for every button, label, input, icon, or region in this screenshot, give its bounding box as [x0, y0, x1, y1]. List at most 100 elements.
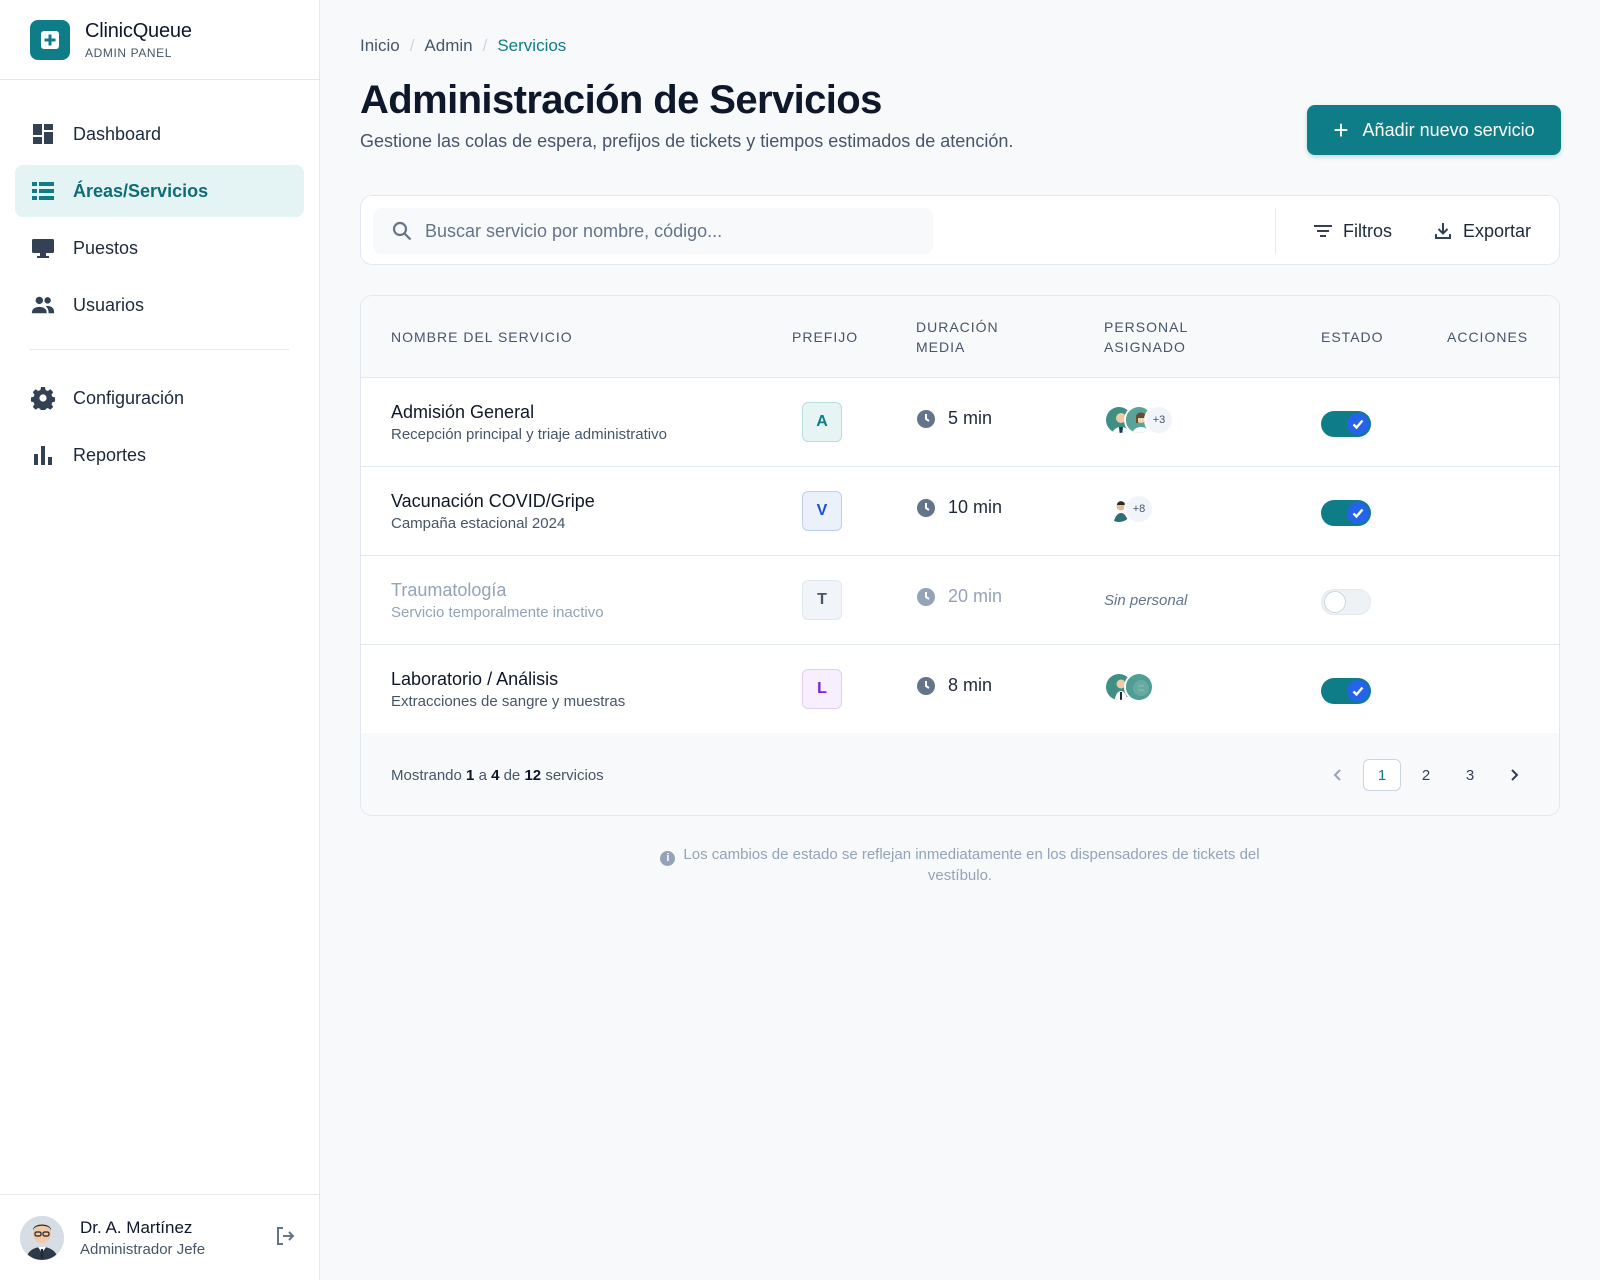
status-toggle[interactable]: [1321, 411, 1371, 437]
status-toggle[interactable]: [1321, 589, 1371, 615]
service-description: Recepción principal y triaje administrat…: [391, 426, 667, 443]
duration-value: 10 min: [948, 497, 1003, 517]
sidebar-item-puestos[interactable]: Puestos: [15, 222, 304, 274]
download-icon: [1433, 221, 1453, 241]
prefix-badge: A: [802, 402, 842, 442]
col-status[interactable]: ESTADO: [1321, 327, 1384, 347]
showing-suffix: servicios: [545, 767, 604, 784]
sidebar-item-label: Usuarios: [73, 294, 145, 315]
clock-icon: [916, 409, 936, 429]
search-icon: [391, 220, 413, 242]
chevron-left-icon[interactable]: [1319, 759, 1357, 791]
clock-icon: [916, 676, 936, 696]
user-name: Dr. A. Martínez: [80, 1217, 193, 1237]
col-staff-line1: PERSONAL: [1104, 319, 1189, 335]
sidebar-item-usuarios[interactable]: Usuarios: [15, 279, 304, 331]
service-description: Servicio temporalmente inactivo: [391, 604, 604, 621]
services-table: NOMBRE DEL SERVICIO PREFIJO DURACIÓN MED…: [360, 295, 1560, 816]
duration: 20 min: [916, 586, 1002, 607]
check-icon: [1347, 502, 1369, 524]
showing-total: 12: [524, 767, 542, 784]
logout-icon[interactable]: [274, 1225, 296, 1252]
sidebar-item-label: Áreas/Servicios: [73, 180, 209, 201]
page-1[interactable]: 1: [1363, 759, 1401, 791]
info-note: i Los cambios de estado se reflejan inmed…: [640, 845, 1280, 886]
users-icon: [31, 293, 55, 317]
check-icon: [1347, 680, 1369, 702]
nav-divider: [30, 349, 289, 350]
showing-a: a: [478, 767, 487, 784]
prefix-badge: T: [802, 580, 842, 620]
search-input[interactable]: [425, 220, 905, 242]
prefix-badge: L: [802, 669, 842, 709]
gear-icon: [31, 386, 55, 410]
staff-more-count: +8: [1124, 494, 1154, 524]
pagination-summary: Mostrando 1 a 4 de 12 servicios: [391, 767, 604, 784]
page-3[interactable]: 3: [1451, 759, 1489, 791]
breadcrumb-admin[interactable]: Admin: [424, 36, 472, 56]
bar-chart-icon: [31, 443, 55, 467]
col-staff[interactable]: PERSONAL ASIGNADO: [1104, 317, 1188, 357]
info-icon: i: [660, 851, 676, 866]
service-description: Campaña estacional 2024: [391, 515, 566, 532]
table-footer: Mostrando 1 a 4 de 12 servicios 1 2 3: [361, 733, 1559, 815]
showing-de: de: [503, 767, 521, 784]
pagination: 1 2 3: [1313, 759, 1533, 791]
user-profile[interactable]: Dr. A. Martínez Administrador Jefe: [0, 1194, 320, 1280]
duration-value: 20 min: [948, 586, 1003, 606]
col-name[interactable]: NOMBRE DEL SERVICIO: [391, 327, 573, 347]
service-name: Vacunación COVID/Gripe: [391, 491, 595, 511]
sidebar-item-reportes[interactable]: Reportes: [15, 429, 304, 481]
page-2[interactable]: 2: [1407, 759, 1445, 791]
filters-label: Filtros: [1343, 220, 1392, 241]
col-duration-line1: DURACIÓN: [916, 319, 999, 335]
sidebar-nav: Dashboard Áreas/Servicios Puestos Usuari…: [0, 80, 319, 481]
prefix-badge: V: [802, 491, 842, 531]
clock-icon: [916, 498, 936, 518]
sidebar-item-areas-servicios[interactable]: Áreas/Servicios: [15, 165, 304, 217]
sidebar-item-configuracion[interactable]: Configuración: [15, 372, 304, 424]
col-duration-line2: MEDIA: [916, 339, 966, 355]
staff-avatars[interactable]: [1104, 672, 1154, 702]
export-button[interactable]: Exportar: [1433, 196, 1531, 266]
service-description: Extracciones de sangre y muestras: [391, 693, 626, 710]
export-label: Exportar: [1463, 220, 1532, 241]
add-service-button[interactable]: + Añadir nuevo servicio: [1307, 105, 1561, 155]
info-note-text: Los cambios de estado se reflejan inmedi…: [683, 846, 1260, 884]
table-row[interactable]: Admisión General Recepción principal y t…: [361, 378, 1559, 467]
page-title: Administración de Servicios: [360, 78, 882, 122]
sidebar-item-label: Configuración: [73, 387, 185, 408]
avatar: [20, 1215, 64, 1260]
search-box[interactable]: [373, 208, 933, 254]
service-name: Admisión General: [391, 402, 535, 422]
showing-prefix: Mostrando: [391, 767, 462, 784]
breadcrumb-home[interactable]: Inicio: [360, 36, 400, 56]
col-duration[interactable]: DURACIÓN MEDIA: [916, 317, 999, 357]
service-name: Laboratorio / Análisis: [391, 669, 559, 689]
duration: 5 min: [916, 408, 992, 429]
sidebar: ClinicQueue ADMIN PANEL Dashboard Áreas/…: [0, 0, 320, 1280]
col-prefix[interactable]: PREFIJO: [792, 327, 858, 347]
duration-value: 8 min: [948, 675, 993, 695]
sidebar-item-dashboard[interactable]: Dashboard: [15, 108, 304, 160]
dashboard-icon: [31, 122, 55, 146]
status-toggle[interactable]: [1321, 500, 1371, 526]
table-row[interactable]: Laboratorio / Análisis Extracciones de s…: [361, 645, 1559, 734]
staff-avatars[interactable]: +3: [1104, 405, 1174, 435]
user-role: Administrador Jefe: [80, 1240, 206, 1258]
toolbar: Filtros Exportar: [360, 195, 1560, 265]
table-row[interactable]: Traumatología Servicio temporalmente ina…: [361, 556, 1559, 645]
add-service-label: Añadir nuevo servicio: [1362, 119, 1535, 140]
showing-from: 1: [466, 767, 475, 784]
duration: 10 min: [916, 497, 1002, 518]
staff-avatars[interactable]: +8: [1104, 494, 1154, 524]
app-name: ClinicQueue: [85, 19, 192, 42]
breadcrumb-separator: /: [482, 36, 488, 55]
brand[interactable]: ClinicQueue ADMIN PANEL: [0, 0, 319, 80]
status-toggle[interactable]: [1321, 678, 1371, 704]
chevron-right-icon[interactable]: [1495, 759, 1533, 791]
filters-button[interactable]: Filtros: [1313, 196, 1392, 266]
main-content: Inicio / Admin / Servicios Administració…: [320, 0, 1600, 1280]
table-row[interactable]: Vacunación COVID/Gripe Campaña estaciona…: [361, 467, 1559, 556]
app-subtitle: ADMIN PANEL: [85, 45, 173, 60]
